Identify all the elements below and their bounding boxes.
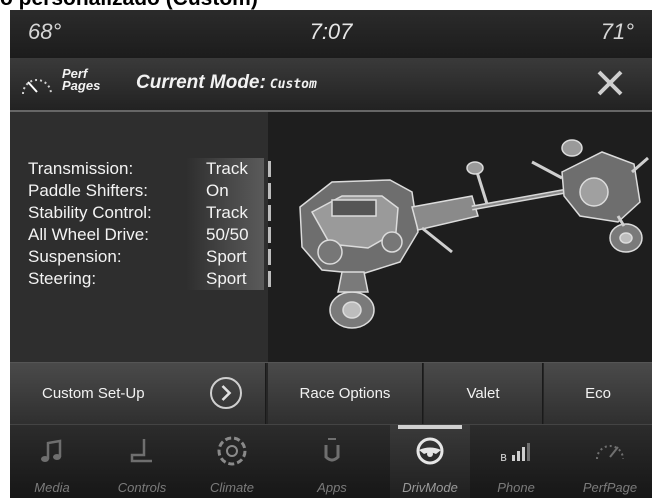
status-bar: 68° 7:07 71° <box>10 10 652 59</box>
nav-label: Media <box>34 480 70 495</box>
setting-value: On <box>186 180 264 202</box>
setting-label: Suspension: <box>28 247 122 266</box>
nav-item-phone[interactable]: ʙ Phone <box>476 425 556 498</box>
close-icon[interactable] <box>594 66 626 100</box>
setting-label: All Wheel Drive: <box>28 225 149 244</box>
nav-item-media[interactable]: Media <box>12 425 92 498</box>
mode-value: Custom <box>269 77 317 92</box>
race-options-button[interactable]: Race Options <box>268 363 423 425</box>
setting-row-suspension: Suspension: Sport <box>28 246 278 268</box>
setting-label: Transmission: <box>28 159 134 178</box>
setting-value: Sport <box>186 246 264 268</box>
perf-pages-header: Perf Pages Current Mode: Custom <box>10 58 652 112</box>
current-mode-title: Current Mode: Custom <box>136 72 317 94</box>
setting-label: Paddle Shifters: <box>28 181 149 200</box>
setting-label: Steering: <box>28 269 97 288</box>
setting-row-paddle-shifters: Paddle Shifters: On <box>28 180 278 202</box>
infotainment-screen: 68° 7:07 71° Perf Pages Current Mode: Cus… <box>10 10 652 498</box>
setting-row-transmission: Transmission: Track <box>28 158 278 180</box>
climate-icon <box>217 436 247 466</box>
steering-wheel-icon <box>416 437 444 465</box>
setting-value-bar <box>268 183 271 199</box>
music-note-icon <box>41 439 62 462</box>
setting-value: 50/50 <box>186 224 264 246</box>
setting-value-bar <box>268 161 271 177</box>
setting-value-bar <box>268 271 271 287</box>
setting-value-bar <box>268 227 271 243</box>
custom-setup-button[interactable]: Custom Set-Up <box>10 363 266 425</box>
gauge-icon <box>22 79 52 95</box>
nav-label: Apps <box>317 480 347 495</box>
nav-item-perfpage[interactable]: PerfPage <box>570 425 650 498</box>
nav-label: DrivMode <box>402 480 458 495</box>
mode-label: Current Mode: <box>136 72 266 93</box>
setting-value: Sport <box>186 268 264 290</box>
passenger-temperature[interactable]: 71° <box>601 19 634 45</box>
setting-value-bar <box>268 249 271 265</box>
apps-icon <box>324 438 340 462</box>
signal-bars-icon: ʙ <box>500 443 530 464</box>
mode-content: Transmission: Track Paddle Shifters: On … <box>10 112 652 362</box>
custom-setup-label: Custom Set-Up <box>42 385 145 402</box>
clock: 7:07 <box>309 19 353 44</box>
setting-label: Stability Control: <box>28 203 152 222</box>
drivetrain-illustration <box>299 139 649 329</box>
perf-pages-label: Perf Pages <box>62 67 101 93</box>
nav-label: Phone <box>497 480 535 495</box>
settings-panel: Transmission: Track Paddle Shifters: On … <box>10 112 271 362</box>
setting-value: Track <box>186 202 264 224</box>
nav-label: PerfPage <box>582 480 638 495</box>
chevron-right-icon[interactable] <box>210 377 242 409</box>
mode-button-bar: Custom Set-Up Race Options Valet Eco <box>10 362 652 425</box>
setting-row-all-wheel-drive: All Wheel Drive: 50/50 <box>28 224 278 246</box>
settings-list: Transmission: Track Paddle Shifters: On … <box>28 158 278 290</box>
nav-label: Controls <box>117 480 167 495</box>
nav-item-apps[interactable]: Apps <box>292 425 372 498</box>
svg-text:ʙ: ʙ <box>500 450 507 464</box>
nav-label: Climate <box>209 480 255 495</box>
setting-value-bar <box>268 205 271 221</box>
nav-item-drivmode[interactable]: DrivMode <box>390 425 470 498</box>
nav-item-climate[interactable]: Climate <box>192 425 272 498</box>
seat-icon <box>130 439 152 463</box>
perf-label-line2: Pages <box>62 78 101 93</box>
eco-button[interactable]: Eco <box>544 363 652 425</box>
valet-button[interactable]: Valet <box>424 363 543 425</box>
setting-row-stability-control: Stability Control: Track <box>28 202 278 224</box>
gauge-icon <box>596 445 624 460</box>
setting-row-steering: Steering: Sport <box>28 268 278 290</box>
setting-value: Track <box>186 158 264 180</box>
bottom-nav: Media Controls Climate Apps DrivMode ʙ P… <box>10 424 652 498</box>
nav-item-controls[interactable]: Controls <box>102 425 182 498</box>
